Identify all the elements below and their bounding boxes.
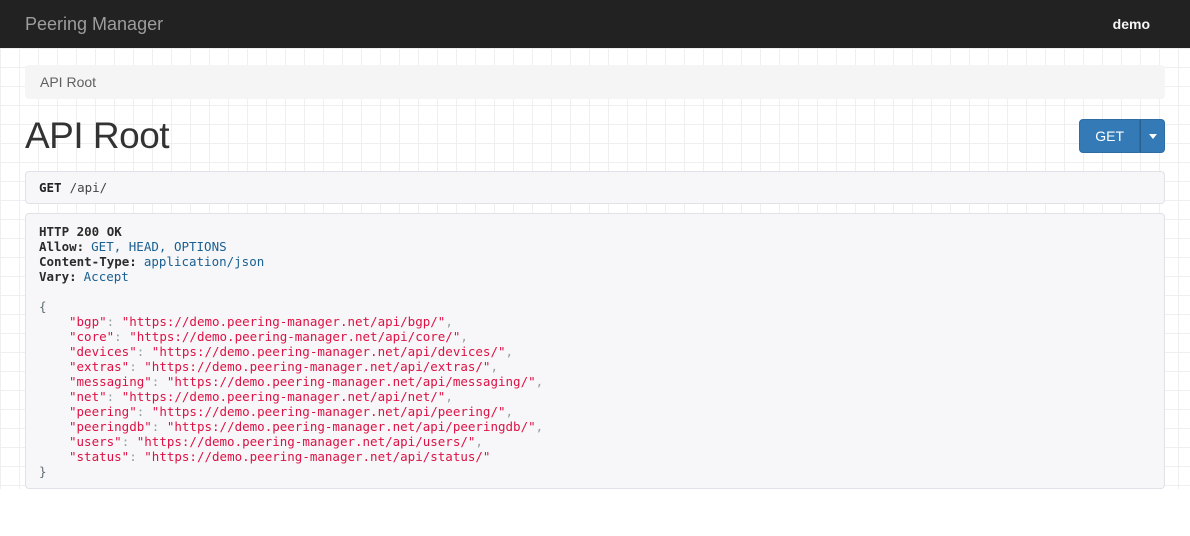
request-path: /api/ (70, 180, 108, 195)
get-dropdown-toggle[interactable] (1140, 119, 1165, 153)
request-line: GET/api/ (25, 171, 1165, 204)
get-button[interactable]: GET (1079, 119, 1140, 153)
status-line: HTTP 200 OK (39, 224, 122, 239)
api-link-bgp[interactable]: "https://demo.peering-manager.net/api/bg… (122, 314, 446, 329)
json-entry-devices: "devices": "https://demo.peering-manager… (39, 344, 1151, 359)
response-panel: HTTP 200 OK Allow:GET, HEAD, OPTIONS Con… (25, 213, 1165, 489)
api-link-status[interactable]: "https://demo.peering-manager.net/api/st… (144, 449, 490, 464)
api-link-peeringdb[interactable]: "https://demo.peering-manager.net/api/pe… (167, 419, 536, 434)
content-area: API Root API Root GET GET/api/ HTTP 200 … (0, 48, 1190, 489)
json-entry-users: "users": "https://demo.peering-manager.n… (39, 434, 1151, 449)
get-button-group: GET (1079, 119, 1165, 153)
api-link-messaging[interactable]: "https://demo.peering-manager.net/api/me… (167, 374, 536, 389)
header-vary: Vary:Accept (39, 269, 1151, 284)
breadcrumb: API Root (25, 65, 1165, 99)
json-entry-peeringdb: "peeringdb": "https://demo.peering-manag… (39, 419, 1151, 434)
api-link-devices[interactable]: "https://demo.peering-manager.net/api/de… (152, 344, 506, 359)
request-method: GET (39, 180, 62, 195)
bottom-spacer (0, 489, 1190, 536)
header-allow: Allow:GET, HEAD, OPTIONS (39, 239, 1151, 254)
json-entry-status: "status": "https://demo.peering-manager.… (39, 449, 1151, 464)
blank-line (39, 284, 1151, 299)
json-entry-net: "net": "https://demo.peering-manager.net… (39, 389, 1151, 404)
api-link-extras[interactable]: "https://demo.peering-manager.net/api/ex… (144, 359, 490, 374)
header-content-type: Content-Type:application/json (39, 254, 1151, 269)
api-link-peering[interactable]: "https://demo.peering-manager.net/api/pe… (152, 404, 506, 419)
page-header-row: API Root GET (25, 112, 1165, 160)
json-close-brace: } (39, 464, 1151, 479)
api-link-users[interactable]: "https://demo.peering-manager.net/api/us… (137, 434, 476, 449)
page-title: API Root (25, 115, 169, 157)
api-link-core[interactable]: "https://demo.peering-manager.net/api/co… (129, 329, 460, 344)
api-link-net[interactable]: "https://demo.peering-manager.net/api/ne… (122, 389, 446, 404)
json-entry-extras: "extras": "https://demo.peering-manager.… (39, 359, 1151, 374)
brand-link[interactable]: Peering Manager (25, 14, 163, 35)
json-entry-bgp: "bgp": "https://demo.peering-manager.net… (39, 314, 1151, 329)
json-entry-core: "core": "https://demo.peering-manager.ne… (39, 329, 1151, 344)
json-entry-peering: "peering": "https://demo.peering-manager… (39, 404, 1151, 419)
json-open-brace: { (39, 299, 1151, 314)
chevron-down-icon (1149, 134, 1157, 139)
navbar: Peering Manager demo (0, 0, 1190, 48)
breadcrumb-item-api-root: API Root (40, 74, 96, 90)
json-entry-messaging: "messaging": "https://demo.peering-manag… (39, 374, 1151, 389)
user-menu[interactable]: demo (1113, 16, 1150, 32)
